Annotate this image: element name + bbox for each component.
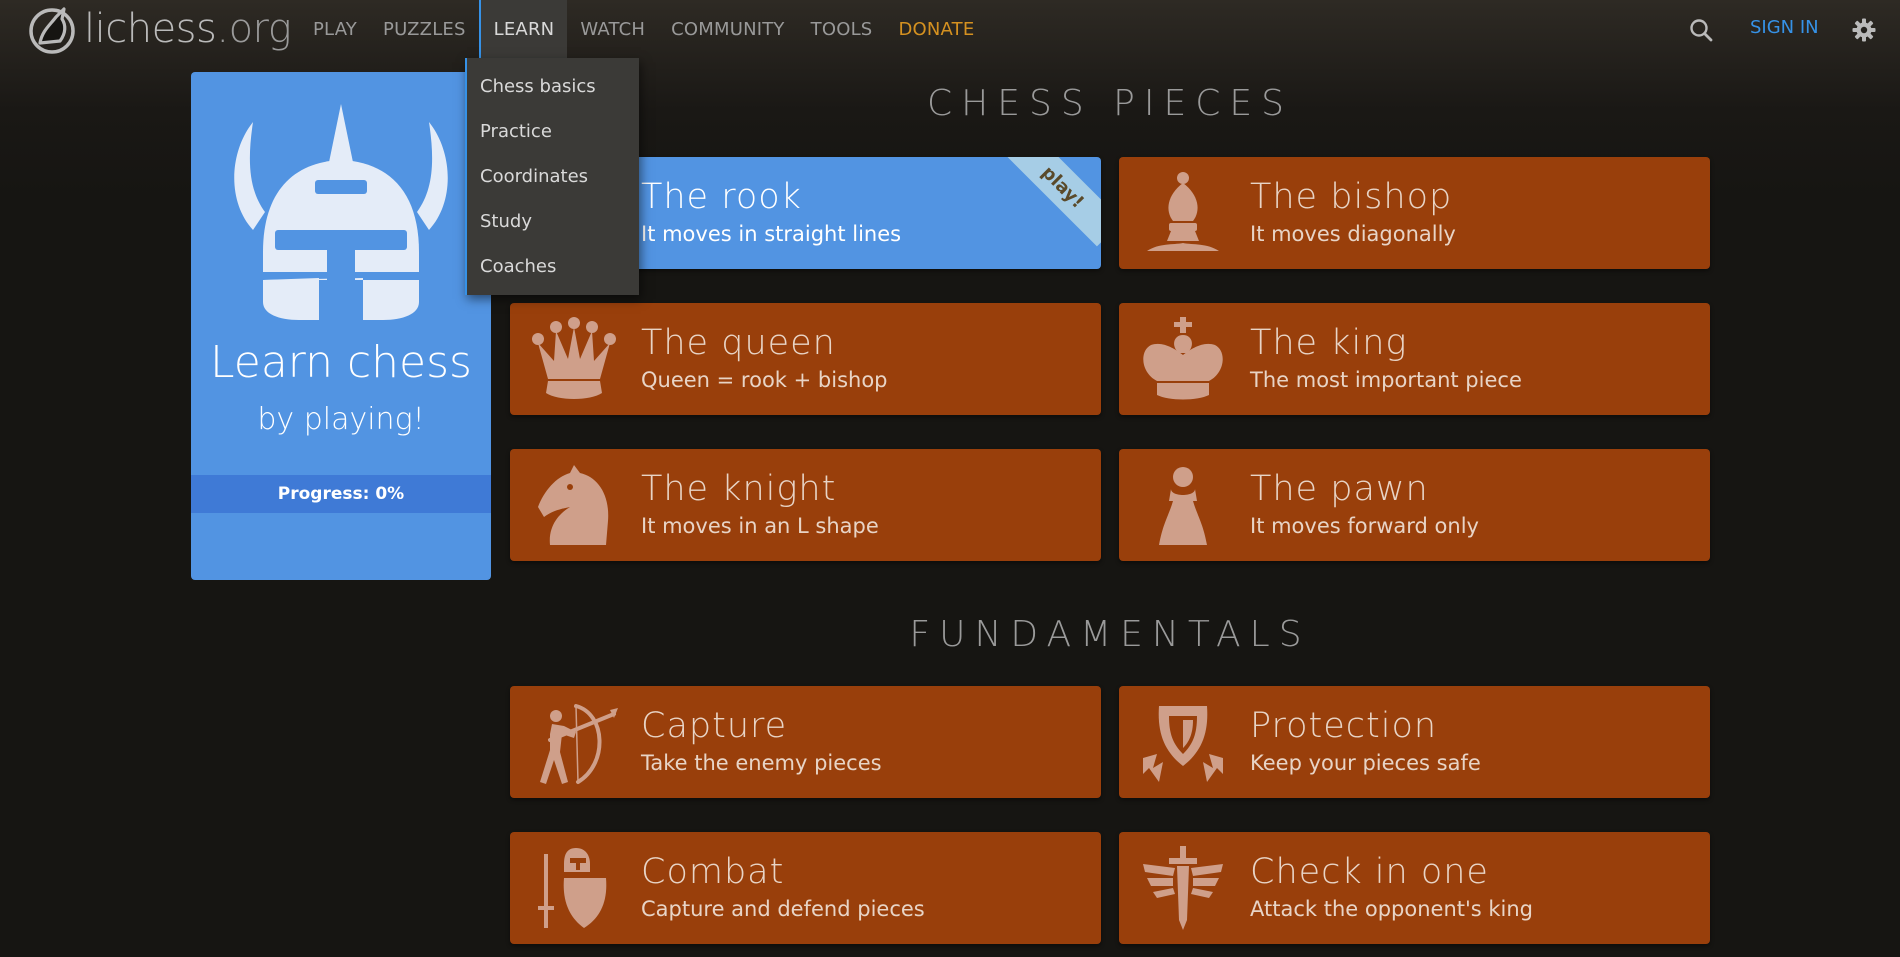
card-description: Capture and defend pieces — [641, 897, 925, 921]
nav-community[interactable]: COMMUNITY — [658, 0, 798, 58]
queen-icon — [532, 317, 616, 399]
sign-in-link[interactable]: SIGN IN — [1750, 17, 1819, 38]
menu-item-coordinates[interactable]: Coordinates — [467, 154, 639, 199]
nav-tools[interactable]: TOOLS — [798, 0, 886, 58]
card-knight[interactable]: The knight It moves in an L shape — [510, 449, 1101, 561]
menu-item-chess-basics[interactable]: Chess basics — [467, 64, 639, 109]
site-logo[interactable]: lichess.org — [26, 2, 292, 56]
card-title: The rook — [641, 177, 802, 217]
knight-icon — [538, 465, 609, 545]
card-title: The king — [1250, 323, 1408, 363]
section-title-fundamentals: FUNDAMENTALS — [909, 614, 1311, 655]
main-nav: PLAY PUZZLES LEARN WATCH COMMUNITY TOOLS… — [300, 0, 987, 58]
card-title: Capture — [641, 706, 788, 746]
card-queen[interactable]: The queen Queen = rook + bishop — [510, 303, 1101, 415]
card-description: Queen = rook + bishop — [641, 368, 888, 392]
card-description: It moves in straight lines — [641, 222, 902, 246]
card-bishop[interactable]: The bishop It moves diagonally — [1119, 157, 1710, 269]
card-title: The queen — [641, 323, 836, 363]
menu-item-study[interactable]: Study — [467, 199, 639, 244]
card-capture[interactable]: Capture Take the enemy pieces — [510, 686, 1101, 798]
learn-side-panel: Learn chess by playing! Progress: 0% — [191, 72, 491, 580]
nav-donate[interactable]: DONATE — [885, 0, 987, 58]
archer-icon — [540, 704, 618, 784]
nav-watch[interactable]: WATCH — [567, 0, 658, 58]
card-title: Protection — [1250, 706, 1438, 746]
card-title: Combat — [641, 852, 785, 892]
bishop-icon — [1147, 172, 1219, 251]
card-description: Take the enemy pieces — [641, 751, 882, 775]
card-description: It moves in an L shape — [641, 514, 879, 538]
nav-learn[interactable]: LEARN — [478, 0, 568, 58]
progress-bar: Progress: 0% — [191, 475, 491, 513]
gear-icon[interactable] — [1852, 18, 1876, 42]
panel-title: Learn chess — [210, 337, 472, 388]
card-description: It moves forward only — [1250, 514, 1479, 538]
card-title: The pawn — [1250, 469, 1429, 509]
top-bar: lichess.org PLAY PUZZLES LEARN WATCH COM… — [0, 0, 1900, 58]
card-pawn[interactable]: The pawn It moves forward only — [1119, 449, 1710, 561]
card-description: It moves diagonally — [1250, 222, 1456, 246]
card-combat[interactable]: Combat Capture and defend pieces — [510, 832, 1101, 944]
learn-dropdown-menu: Chess basics Practice Coordinates Study … — [465, 58, 639, 295]
shield-icon — [1143, 706, 1223, 782]
card-check-in-one[interactable]: Check in one Attack the opponent's king — [1119, 832, 1710, 944]
card-title: The bishop — [1250, 177, 1453, 217]
pawn-icon — [1159, 467, 1207, 545]
nav-play[interactable]: PLAY — [300, 0, 370, 58]
search-icon[interactable] — [1688, 17, 1714, 43]
card-protection[interactable]: Protection Keep your pieces safe — [1119, 686, 1710, 798]
panel-subtitle: by playing! — [257, 402, 425, 437]
card-description: Keep your pieces safe — [1250, 751, 1481, 775]
menu-item-practice[interactable]: Practice — [467, 109, 639, 154]
play-ribbon: play! — [1003, 157, 1101, 247]
card-title: Check in one — [1250, 852, 1489, 892]
helmet-icon — [234, 104, 448, 322]
knight-shield-icon — [538, 848, 607, 928]
knight-logo-icon — [29, 7, 75, 54]
menu-item-coaches[interactable]: Coaches — [467, 244, 639, 289]
section-title-chess-pieces: CHESS PIECES — [927, 83, 1293, 124]
nav-puzzles[interactable]: PUZZLES — [370, 0, 479, 58]
card-description: Attack the opponent's king — [1250, 897, 1534, 921]
card-title: The knight — [641, 469, 837, 509]
card-description: The most important piece — [1250, 368, 1522, 392]
winged-sword-icon — [1143, 846, 1223, 930]
king-icon — [1143, 317, 1223, 400]
logo-text: lichess.org — [84, 6, 292, 52]
card-king[interactable]: The king The most important piece — [1119, 303, 1710, 415]
